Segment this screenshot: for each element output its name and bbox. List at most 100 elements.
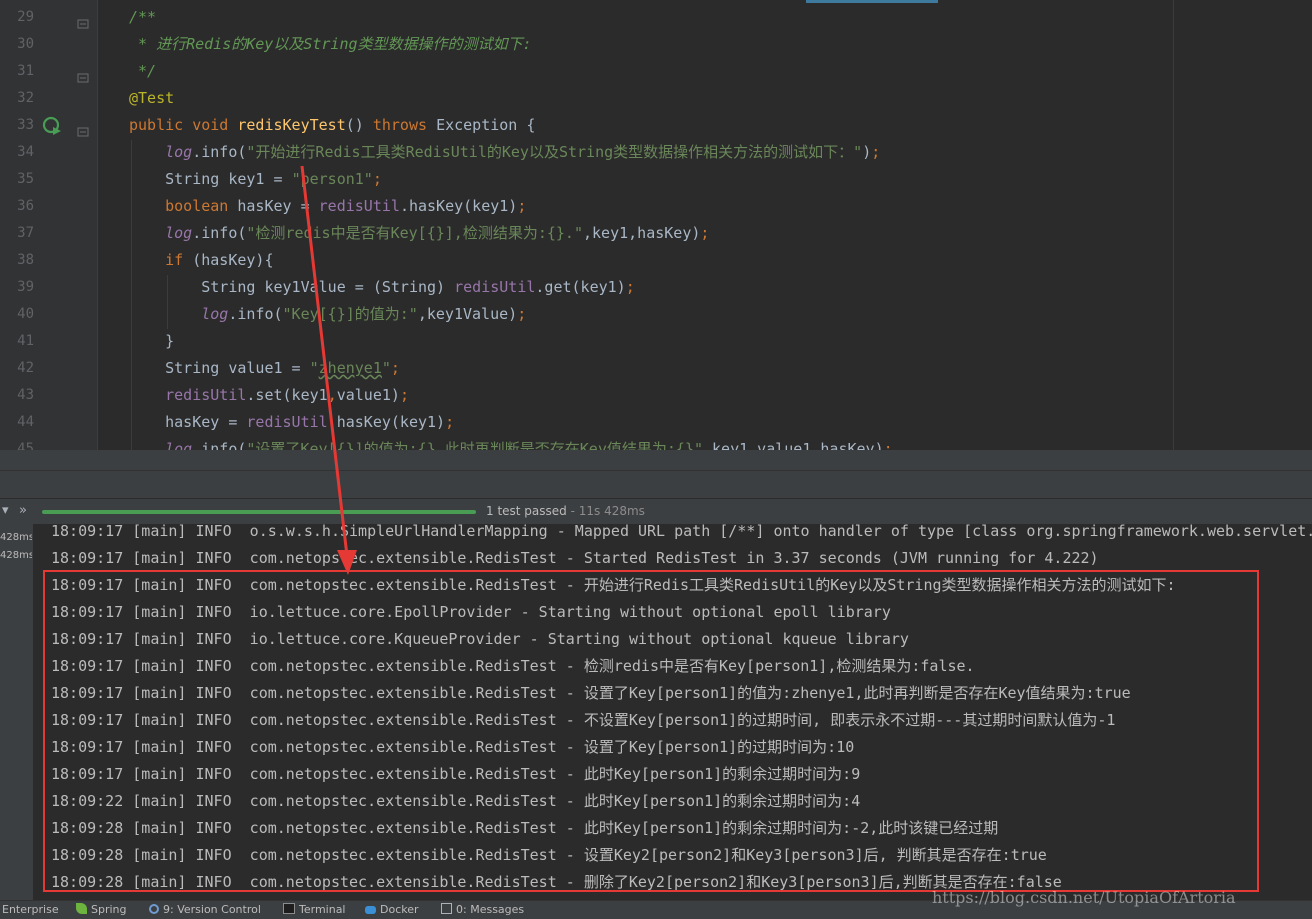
code-line[interactable]: 35 String key1 = "person1"; bbox=[0, 166, 1170, 193]
line-number[interactable]: 32 bbox=[0, 85, 34, 112]
tool-label: 0: Messages bbox=[456, 903, 525, 916]
spring-leaf-icon bbox=[76, 903, 87, 914]
console-log-line: 18:09:17 [main] INFO io.lettuce.core.Epo… bbox=[51, 603, 891, 621]
panel-splitter[interactable] bbox=[0, 450, 1312, 498]
code-line[interactable]: 44 hasKey = redisUtil.hasKey(key1); bbox=[0, 409, 1170, 436]
line-number[interactable]: 45 bbox=[0, 436, 34, 450]
console-log-line: 18:09:17 [main] INFO com.netopstec.exten… bbox=[51, 711, 1116, 729]
code-text: String key1Value = (String) redisUtil.ge… bbox=[129, 278, 635, 296]
code-line[interactable]: 33 public void redisKeyTest() throws Exce… bbox=[0, 112, 1170, 139]
console-log-line: 18:09:28 [main] INFO com.netopstec.exten… bbox=[51, 846, 1047, 864]
editor-scroll-accent bbox=[806, 0, 938, 3]
tool-docker[interactable]: Docker bbox=[365, 903, 419, 916]
code-text: hasKey = redisUtil.hasKey(key1); bbox=[129, 413, 455, 431]
tool-terminal[interactable]: Terminal bbox=[283, 903, 346, 916]
console-log-line: 18:09:22 [main] INFO com.netopstec.exten… bbox=[51, 792, 861, 810]
console-log-line: 18:09:17 [main] INFO com.netopstec.exten… bbox=[51, 549, 1099, 567]
code-line[interactable]: 37 log.info("检测redis中是否有Key[{}],检测结果为:{}… bbox=[0, 220, 1170, 247]
test-progress-bar bbox=[42, 510, 476, 514]
line-number[interactable]: 36 bbox=[0, 193, 34, 220]
line-number[interactable]: 30 bbox=[0, 31, 34, 58]
right-margin-guide bbox=[1173, 0, 1174, 450]
line-number[interactable]: 42 bbox=[0, 355, 34, 382]
code-line[interactable]: 30 * 进行Redis的Key以及String类型数据操作的测试如下: bbox=[0, 31, 1170, 58]
tool-label: Terminal bbox=[299, 903, 346, 916]
console-log-line: 18:09:17 [main] INFO com.netopstec.exten… bbox=[51, 738, 855, 756]
console-output[interactable]: 18:09:17 [main] INFO o.s.w.s.h.SimpleUrl… bbox=[34, 524, 1312, 900]
console-log-line: 18:09:17 [main] INFO com.netopstec.exten… bbox=[51, 684, 1131, 702]
test-status: 1 test passed - 11s 428ms bbox=[486, 504, 645, 518]
tool-label: Spring bbox=[91, 903, 127, 916]
line-number[interactable]: 31 bbox=[0, 58, 34, 85]
code-line[interactable]: 43 redisUtil.set(key1,value1); bbox=[0, 382, 1170, 409]
tool-messages[interactable]: 0: Messages bbox=[441, 903, 524, 916]
console-log-line: 18:09:17 [main] INFO com.netopstec.exten… bbox=[51, 657, 975, 675]
test-time[interactable]: 428ms bbox=[0, 532, 32, 543]
line-number[interactable]: 44 bbox=[0, 409, 34, 436]
tool-enterprise[interactable]: Enterprise bbox=[2, 903, 59, 916]
line-number[interactable]: 29 bbox=[0, 4, 34, 31]
console-log-line: 18:09:17 [main] INFO com.netopstec.exten… bbox=[51, 765, 861, 783]
line-number[interactable]: 41 bbox=[0, 328, 34, 355]
watermark: https://blog.csdn.net/UtopiaOfArtoria bbox=[932, 888, 1236, 907]
code-text: public void redisKeyTest() throws Except… bbox=[129, 116, 536, 134]
branch-icon bbox=[149, 904, 159, 914]
messages-icon bbox=[441, 903, 452, 914]
splitter-line bbox=[0, 470, 1312, 471]
code-line[interactable]: 36 boolean hasKey = redisUtil.hasKey(key… bbox=[0, 193, 1170, 220]
code-text: if (hasKey){ bbox=[165, 251, 274, 269]
code-line[interactable]: 40 log.info("Key[{}]的值为:",key1Value); bbox=[0, 301, 1170, 328]
fold-marker-icon[interactable] bbox=[77, 119, 89, 137]
pin-icon[interactable]: ▾ bbox=[2, 503, 9, 518]
code-text: boolean hasKey = redisUtil.hasKey(key1); bbox=[165, 197, 527, 215]
code-text: */ bbox=[129, 62, 157, 80]
tool-spring[interactable]: Spring bbox=[76, 903, 127, 916]
fold-marker-icon[interactable] bbox=[77, 65, 89, 83]
code-editor[interactable]: 29 /** 30 * 进行Redis的Key以及String类型数据操作的测试如下… bbox=[0, 0, 1312, 450]
console-log-line: 18:09:17 [main] INFO com.netopstec.exten… bbox=[51, 576, 1176, 594]
code-text: log.info("Key[{}]的值为:",key1Value); bbox=[201, 305, 527, 323]
code-line[interactable]: 41 } bbox=[0, 328, 1170, 355]
code-text: @Test bbox=[129, 89, 175, 107]
test-time[interactable]: 428ms bbox=[0, 550, 32, 561]
code-line[interactable]: 32 @Test bbox=[0, 85, 1170, 112]
line-number[interactable]: 40 bbox=[0, 301, 34, 328]
code-text: log.info("检测redis中是否有Key[{}],检测结果为:{}.",… bbox=[165, 224, 710, 242]
console-log-line: 18:09:17 [main] INFO io.lettuce.core.Kqu… bbox=[51, 630, 909, 648]
line-number[interactable]: 37 bbox=[0, 220, 34, 247]
line-number[interactable]: 38 bbox=[0, 247, 34, 274]
line-number[interactable]: 43 bbox=[0, 382, 34, 409]
console-log-line: 18:09:28 [main] INFO com.netopstec.exten… bbox=[51, 873, 1062, 891]
code-text: log.info("开始进行Redis工具类RedisUtil的Key以及Str… bbox=[165, 143, 881, 161]
tool-label: Docker bbox=[380, 903, 419, 916]
code-line[interactable]: 42 String value1 = "zhenye1"; bbox=[0, 355, 1170, 382]
code-text: } bbox=[129, 332, 175, 350]
code-line[interactable]: 39 String key1Value = (String) redisUtil… bbox=[0, 274, 1170, 301]
line-number[interactable]: 39 bbox=[0, 274, 34, 301]
code-line[interactable]: 38 if (hasKey){ bbox=[0, 247, 1170, 274]
code-line[interactable]: 34 log.info("开始进行Redis工具类RedisUtil的Key以及… bbox=[0, 139, 1170, 166]
tool-label: Enterprise bbox=[2, 903, 59, 916]
terminal-icon bbox=[283, 903, 295, 914]
line-number[interactable]: 35 bbox=[0, 166, 34, 193]
code-text: /** bbox=[129, 8, 157, 26]
docker-icon bbox=[365, 906, 376, 914]
code-line[interactable]: 29 /** bbox=[0, 4, 1170, 31]
test-status-label: 1 test passed bbox=[486, 504, 567, 518]
code-text: redisUtil.set(key1,value1); bbox=[165, 386, 409, 404]
more-chevron-icon[interactable]: » bbox=[19, 503, 27, 518]
tool-version-control[interactable]: 9: Version Control bbox=[149, 903, 261, 916]
code-text: log.info("设置了Key[{}]的值为:{},此时再判断是否存在Key值… bbox=[165, 440, 893, 450]
code-line[interactable]: 31 */ bbox=[0, 58, 1170, 85]
line-number[interactable]: 33 bbox=[0, 112, 34, 139]
test-status-duration: - 11s 428ms bbox=[566, 504, 645, 518]
fold-marker-icon[interactable] bbox=[77, 11, 89, 29]
run-test-icon[interactable] bbox=[42, 116, 62, 136]
line-number[interactable]: 34 bbox=[0, 139, 34, 166]
code-text: * 进行Redis的Key以及String类型数据操作的测试如下: bbox=[129, 35, 532, 53]
tool-label: 9: Version Control bbox=[163, 903, 261, 916]
code-text: String value1 = "zhenye1"; bbox=[129, 359, 400, 377]
console-log-line: 18:09:28 [main] INFO com.netopstec.exten… bbox=[51, 819, 999, 837]
test-tree-panel[interactable]: 428ms 428ms bbox=[0, 524, 34, 900]
code-line[interactable]: 45 log.info("设置了Key[{}]的值为:{},此时再判断是否存在K… bbox=[0, 436, 1170, 450]
